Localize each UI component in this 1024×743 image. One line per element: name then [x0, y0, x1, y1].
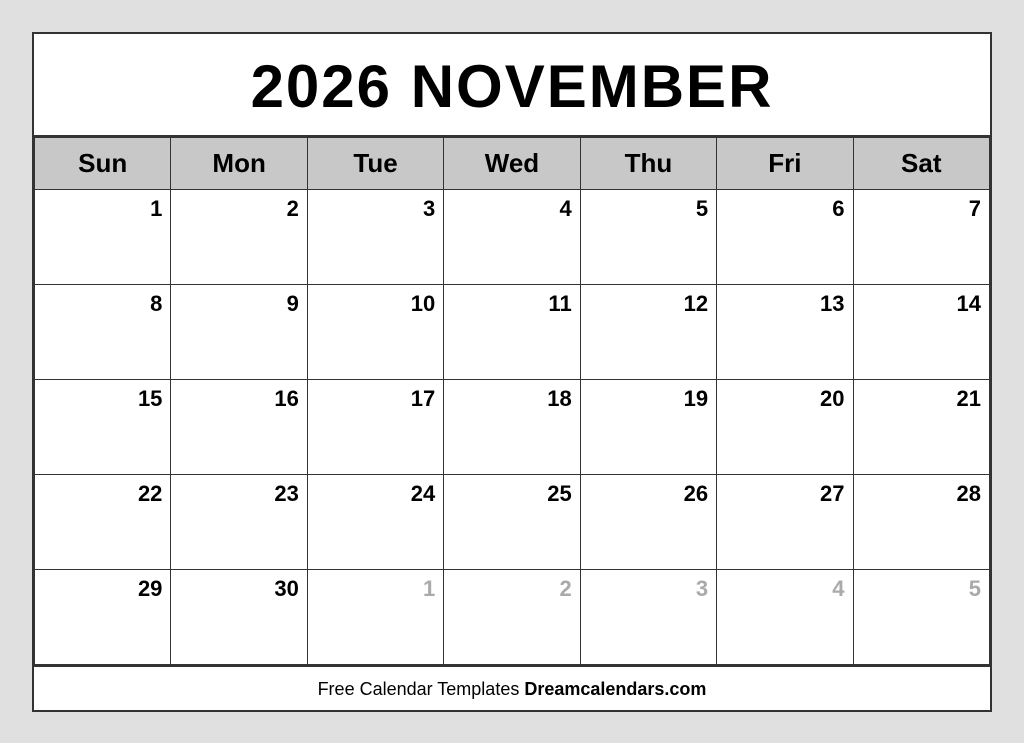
day-number: 10 [312, 291, 435, 317]
day-number: 8 [39, 291, 162, 317]
day-number: 2 [175, 196, 298, 222]
day-number: 1 [39, 196, 162, 222]
day-number: 7 [858, 196, 981, 222]
calendar-day-cell: 14 [853, 284, 989, 379]
day-number: 11 [448, 291, 571, 317]
day-number: 24 [312, 481, 435, 507]
calendar-day-cell: 11 [444, 284, 580, 379]
calendar-day-cell: 22 [35, 474, 171, 569]
calendar-week-row: 1234567 [35, 189, 990, 284]
calendar-week-row: 89 10 11 12 13 14 [35, 284, 990, 379]
day-number: 9 [175, 291, 298, 317]
calendar-day-cell: 6 [717, 189, 853, 284]
day-number: 13 [721, 291, 844, 317]
day-number: 27 [721, 481, 844, 507]
calendar-day-cell: 1 [307, 569, 443, 664]
calendar-day-cell: 16 [171, 379, 307, 474]
day-number: 19 [585, 386, 708, 412]
calendar-footer: Free Calendar Templates Dreamcalendars.c… [34, 665, 990, 710]
day-number: 4 [721, 576, 844, 602]
calendar-day-cell: 28 [853, 474, 989, 569]
day-number: 25 [448, 481, 571, 507]
day-number: 5 [858, 576, 981, 602]
calendar-day-cell: 20 [717, 379, 853, 474]
day-number: 3 [312, 196, 435, 222]
footer-normal-text: Free Calendar Templates [318, 679, 525, 699]
calendar-day-cell: 13 [717, 284, 853, 379]
calendar-day-cell: 2 [171, 189, 307, 284]
day-number: 5 [585, 196, 708, 222]
calendar-day-cell: 4 [444, 189, 580, 284]
calendar-day-cell: 2 [444, 569, 580, 664]
day-number: 17 [312, 386, 435, 412]
day-number: 28 [858, 481, 981, 507]
calendar-day-cell: 25 [444, 474, 580, 569]
calendar-day-cell: 10 [307, 284, 443, 379]
calendar-title: 2026 NOVEMBER [34, 34, 990, 137]
day-number: 20 [721, 386, 844, 412]
calendar-day-cell: 9 [171, 284, 307, 379]
calendar-day-cell: 27 [717, 474, 853, 569]
day-number: 4 [448, 196, 571, 222]
calendar-day-cell: 3 [580, 569, 716, 664]
calendar-day-cell: 30 [171, 569, 307, 664]
day-header-fri: Fri [717, 137, 853, 189]
calendar-day-cell: 5 [580, 189, 716, 284]
day-number: 6 [721, 196, 844, 222]
calendar-day-cell: 24 [307, 474, 443, 569]
calendar-day-cell: 19 [580, 379, 716, 474]
calendar-day-cell: 29 [35, 569, 171, 664]
calendar-container: 2026 NOVEMBER SunMonTueWedThuFriSat 1234… [32, 32, 992, 712]
day-number: 30 [175, 576, 298, 602]
calendar-grid: SunMonTueWedThuFriSat 123456789101112131… [34, 137, 990, 665]
calendar-day-cell: 12 [580, 284, 716, 379]
calendar-week-row: 29 30 12345 [35, 569, 990, 664]
day-number: 29 [39, 576, 162, 602]
day-number: 23 [175, 481, 298, 507]
day-header-row: SunMonTueWedThuFriSat [35, 137, 990, 189]
day-header-wed: Wed [444, 137, 580, 189]
calendar-day-cell: 21 [853, 379, 989, 474]
calendar-day-cell: 1 [35, 189, 171, 284]
day-number: 21 [858, 386, 981, 412]
calendar-day-cell: 26 [580, 474, 716, 569]
day-number: 14 [858, 291, 981, 317]
day-header-sun: Sun [35, 137, 171, 189]
footer-bold-text: Dreamcalendars.com [524, 679, 706, 699]
day-header-sat: Sat [853, 137, 989, 189]
day-number: 3 [585, 576, 708, 602]
calendar-week-row: 15 16 17 18 19 20 21 [35, 379, 990, 474]
day-number: 15 [39, 386, 162, 412]
day-header-tue: Tue [307, 137, 443, 189]
calendar-day-cell: 8 [35, 284, 171, 379]
day-number: 26 [585, 481, 708, 507]
day-header-mon: Mon [171, 137, 307, 189]
calendar-day-cell: 15 [35, 379, 171, 474]
day-number: 1 [312, 576, 435, 602]
day-number: 18 [448, 386, 571, 412]
day-number: 16 [175, 386, 298, 412]
day-number: 12 [585, 291, 708, 317]
calendar-day-cell: 17 [307, 379, 443, 474]
day-number: 2 [448, 576, 571, 602]
calendar-day-cell: 23 [171, 474, 307, 569]
calendar-week-row: 22 23 24 25 26 27 28 [35, 474, 990, 569]
calendar-day-cell: 18 [444, 379, 580, 474]
day-number: 22 [39, 481, 162, 507]
calendar-day-cell: 5 [853, 569, 989, 664]
calendar-day-cell: 4 [717, 569, 853, 664]
calendar-day-cell: 3 [307, 189, 443, 284]
calendar-day-cell: 7 [853, 189, 989, 284]
day-header-thu: Thu [580, 137, 716, 189]
